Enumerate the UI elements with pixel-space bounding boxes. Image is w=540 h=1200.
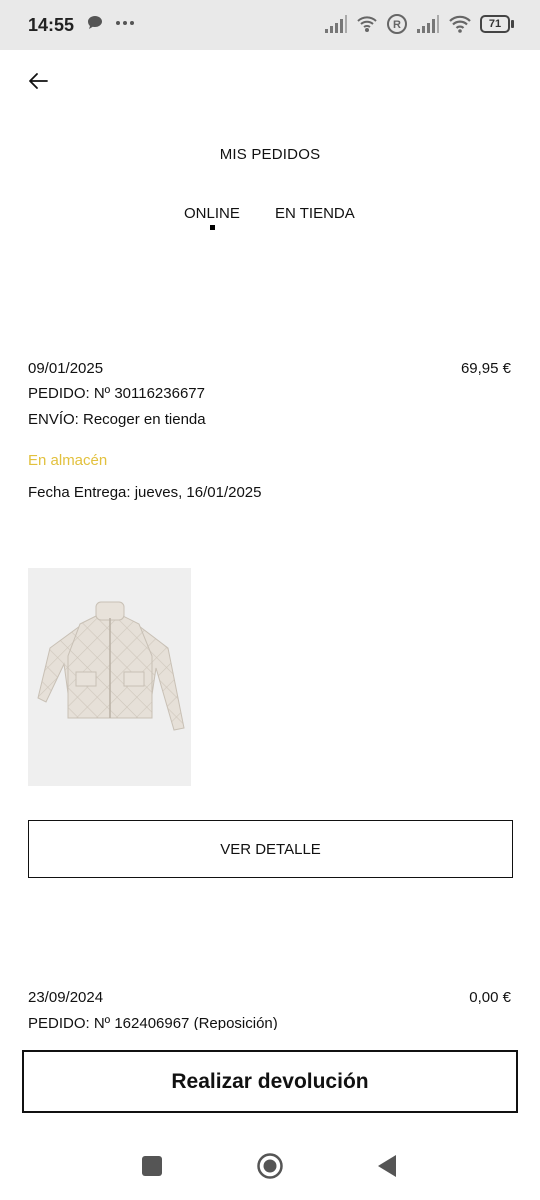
- signal-icon-2: [417, 15, 439, 33]
- quilted-jacket-icon: [37, 601, 185, 731]
- order-status: En almacén: [28, 452, 108, 469]
- wifi-calling-icon: [357, 16, 377, 32]
- order-delivery-date: Fecha Entrega: jueves, 16/01/2025: [28, 484, 262, 501]
- order-amount: 69,95 €: [460, 360, 511, 377]
- home-icon[interactable]: [256, 1152, 284, 1180]
- status-bar: 14:55 R 71: [0, 0, 540, 50]
- arrow-left-icon: [29, 73, 48, 89]
- tab-online[interactable]: ONLINE: [184, 205, 240, 222]
- svg-text:R: R: [393, 19, 401, 31]
- tabs: ONLINE EN TIENDA: [0, 205, 540, 235]
- back-triangle-icon[interactable]: [376, 1153, 398, 1179]
- chat-bubble-icon: [88, 16, 102, 29]
- order-amount-2: 0,00 €: [469, 989, 511, 1006]
- more-dots-icon: [116, 21, 134, 25]
- back-button[interactable]: [22, 66, 56, 96]
- order-number: PEDIDO: Nº 30116236677: [28, 385, 205, 402]
- battery-icon: 71: [480, 15, 514, 33]
- return-button[interactable]: Realizar devolución: [22, 1050, 518, 1113]
- ver-detalle-button[interactable]: VER DETALLE: [28, 820, 513, 878]
- battery-level: 71: [480, 15, 510, 33]
- page-title: MIS PEDIDOS: [219, 146, 321, 163]
- system-nav-bar: [0, 1140, 540, 1200]
- status-time: 14:55: [28, 15, 75, 35]
- wifi-icon: [449, 15, 471, 33]
- active-tab-indicator: [210, 225, 215, 230]
- order-shipping: ENVÍO: Recoger en tienda: [28, 411, 206, 428]
- order-date-2: 23/09/2024: [28, 989, 104, 1006]
- recent-apps-icon[interactable]: [142, 1156, 162, 1176]
- roaming-icon: R: [387, 14, 407, 34]
- signal-icon: [325, 15, 347, 33]
- product-image[interactable]: [28, 568, 191, 786]
- tab-en-tienda[interactable]: EN TIENDA: [275, 205, 355, 222]
- order-date: 09/01/2025: [28, 360, 104, 377]
